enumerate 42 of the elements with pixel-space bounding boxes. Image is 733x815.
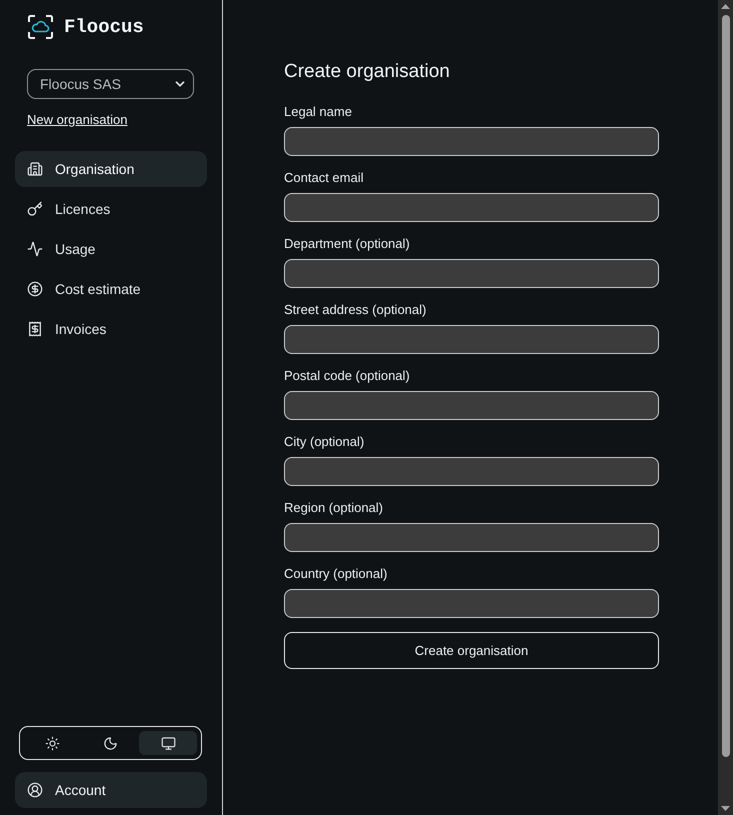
field-label: Contact email	[284, 170, 364, 186]
input-field[interactable]	[284, 325, 659, 354]
new-organisation-link[interactable]: New organisation	[27, 112, 128, 127]
nav-item[interactable]: Invoices	[15, 311, 207, 347]
sun-icon	[45, 736, 60, 750]
monitor-icon	[160, 736, 176, 750]
nav-item[interactable]: Cost estimate	[15, 271, 207, 307]
brand-name: Floocus	[64, 15, 144, 39]
input-field[interactable]	[284, 259, 659, 288]
input-field[interactable]	[284, 523, 659, 552]
field-label: Postal code (optional)	[284, 368, 411, 384]
scrollbar-thumb[interactable]	[722, 15, 730, 757]
user-circle-icon	[27, 782, 43, 798]
create-organisation-button[interactable]: Create organisation	[284, 632, 659, 669]
system-theme-button[interactable]	[139, 731, 198, 755]
field-label: Legal name	[284, 104, 353, 120]
scroll-down-arrow-icon[interactable]	[721, 806, 730, 811]
nav-item[interactable]: Usage	[15, 231, 207, 267]
scroll-up-arrow-icon[interactable]	[721, 4, 730, 9]
page-title: Create organisation	[284, 60, 451, 84]
field-label: City (optional)	[284, 434, 366, 450]
pulse-icon	[27, 241, 43, 257]
field-label: Country (optional)	[284, 566, 388, 582]
account-button[interactable]: Account	[15, 772, 207, 808]
nav-item[interactable]: Organisation	[15, 151, 207, 187]
field-label: Region (optional)	[284, 500, 384, 516]
dollar-coin-icon	[27, 281, 43, 297]
input-field[interactable]	[284, 589, 659, 618]
field-label: Street address (optional)	[284, 302, 428, 318]
organisation-select[interactable]: Floocus SAS	[27, 69, 194, 99]
nav-item[interactable]: Licences	[15, 191, 207, 227]
key-icon	[27, 201, 43, 217]
input-field[interactable]	[284, 457, 659, 486]
receipt-icon	[27, 321, 43, 337]
input-field[interactable]	[284, 193, 659, 222]
field-label: Department (optional)	[284, 236, 411, 252]
logo-icon	[28, 15, 53, 39]
moon-icon	[103, 736, 118, 750]
input-field[interactable]	[284, 127, 659, 156]
building-icon	[27, 161, 43, 177]
input-field[interactable]	[284, 391, 659, 420]
scrollbar[interactable]	[718, 0, 733, 815]
